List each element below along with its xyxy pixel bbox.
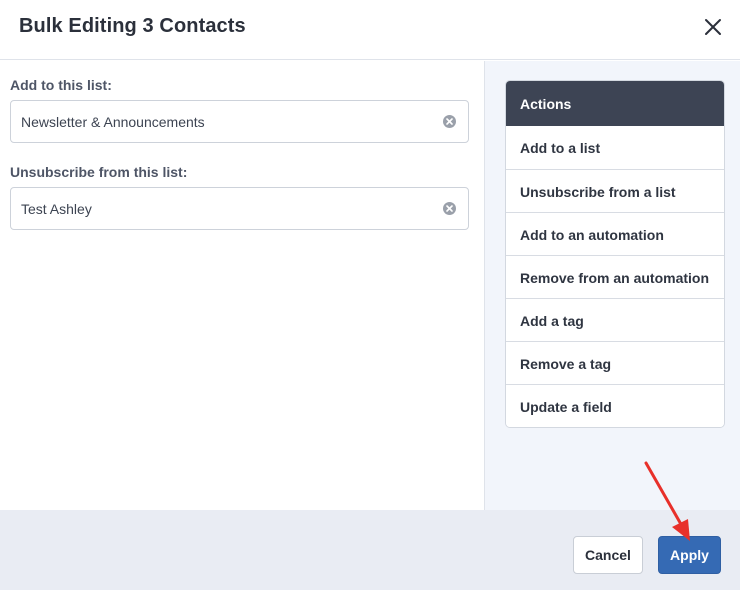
action-update-field[interactable]: Update a field bbox=[506, 384, 724, 427]
close-button[interactable] bbox=[700, 14, 726, 40]
apply-button[interactable]: Apply bbox=[658, 536, 721, 574]
bulk-edit-modal: Bulk Editing 3 Contacts Add to this list… bbox=[0, 0, 740, 590]
action-add-tag[interactable]: Add a tag bbox=[506, 298, 724, 341]
unsubscribe-list-label: Unsubscribe from this list: bbox=[10, 164, 188, 180]
actions-pane: Actions Add to a list Unsubscribe from a… bbox=[485, 61, 740, 510]
action-remove-from-automation[interactable]: Remove from an automation bbox=[506, 255, 724, 298]
unsubscribe-list-select[interactable]: Test Ashley bbox=[10, 187, 469, 230]
action-unsubscribe-from-list[interactable]: Unsubscribe from a list bbox=[506, 169, 724, 212]
clear-icon[interactable] bbox=[442, 201, 457, 216]
modal-title: Bulk Editing 3 Contacts bbox=[19, 15, 246, 37]
add-to-list-value: Newsletter & Announcements bbox=[21, 114, 205, 130]
modal-footer: Cancel Apply bbox=[0, 510, 740, 590]
action-remove-tag[interactable]: Remove a tag bbox=[506, 341, 724, 384]
modal-header: Bulk Editing 3 Contacts bbox=[0, 0, 740, 60]
add-to-list-label: Add to this list: bbox=[10, 77, 112, 93]
add-to-list-select[interactable]: Newsletter & Announcements bbox=[10, 100, 469, 143]
cancel-button[interactable]: Cancel bbox=[573, 536, 643, 574]
action-add-to-list[interactable]: Add to a list bbox=[506, 126, 724, 169]
edit-fields-pane: Add to this list: Newsletter & Announcem… bbox=[0, 61, 484, 510]
unsubscribe-list-value: Test Ashley bbox=[21, 201, 92, 217]
close-icon bbox=[705, 19, 721, 35]
actions-header: Actions bbox=[506, 81, 724, 126]
action-add-to-automation[interactable]: Add to an automation bbox=[506, 212, 724, 255]
clear-icon[interactable] bbox=[442, 114, 457, 129]
actions-panel: Actions Add to a list Unsubscribe from a… bbox=[505, 80, 725, 428]
